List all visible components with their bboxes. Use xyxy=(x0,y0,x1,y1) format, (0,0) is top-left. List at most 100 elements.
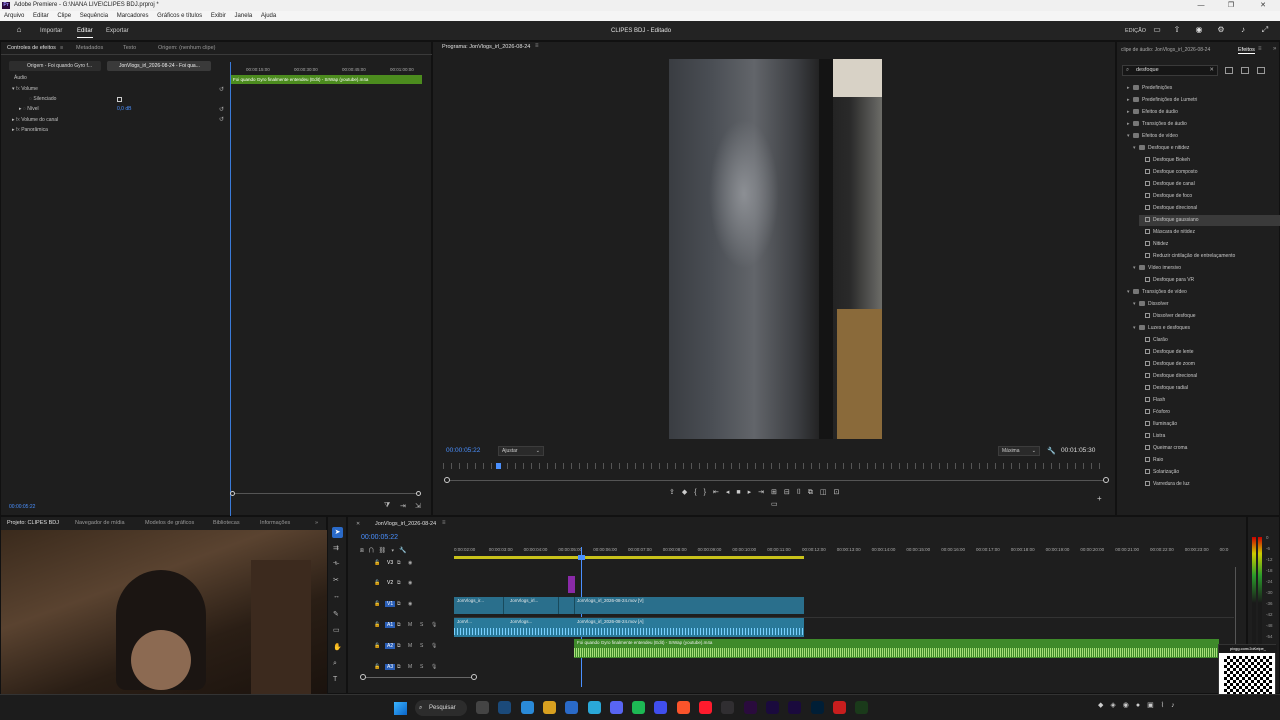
timeline-zoom-handle[interactable] xyxy=(471,674,477,680)
effect-item[interactable]: Reduzir cintilação de entrelaçamento xyxy=(1139,251,1280,262)
premiere-icon[interactable] xyxy=(743,701,757,714)
effect-item[interactable]: Máscara de nitidez xyxy=(1139,227,1280,238)
a1-clip-c[interactable]: JonVlogs_irl_2026-08-24.mov [A] xyxy=(577,619,757,624)
reset-icon[interactable]: ↺ xyxy=(219,86,226,93)
linked-selection-icon[interactable]: ⛓ xyxy=(379,548,392,554)
sync-lock-icon[interactable]: ⧉ xyxy=(397,664,401,670)
effect-item[interactable]: Desfoque direcional xyxy=(1139,203,1280,214)
effect-item[interactable]: Desfoque para VR xyxy=(1139,275,1280,286)
tab-importar[interactable]: Importar xyxy=(40,25,62,37)
maximize-button[interactable]: ❐ xyxy=(1216,0,1246,11)
ec-zoom-handle[interactable] xyxy=(230,491,235,496)
tray-app-icon[interactable]: ◈ xyxy=(1110,702,1122,709)
discord-icon[interactable] xyxy=(609,701,623,714)
solo-icon[interactable]: S xyxy=(420,643,423,649)
selection-tool-icon[interactable]: ➤ xyxy=(332,527,343,538)
menu-clipe[interactable]: Clipe xyxy=(57,11,71,21)
slip-icon[interactable]: ↔ xyxy=(333,593,340,600)
step-back-icon[interactable]: ◂ xyxy=(726,489,737,496)
lock-icon[interactable]: 🔓 xyxy=(374,643,380,649)
sync-lock-icon[interactable]: ⧉ xyxy=(397,580,401,586)
timeline-timecode[interactable]: 00:00:05:22 xyxy=(361,534,398,541)
effects-folder[interactable]: ▾ Vídeo imersivo xyxy=(1133,263,1280,274)
code-icon[interactable] xyxy=(520,701,534,714)
spotify-icon[interactable] xyxy=(632,701,646,714)
type-tool-icon[interactable]: T xyxy=(333,676,337,683)
track-name[interactable]: A2 xyxy=(385,643,396,649)
edge-icon[interactable] xyxy=(587,701,601,714)
effect-item[interactable]: Flash xyxy=(1139,395,1280,406)
menu-sequencia[interactable]: Sequência xyxy=(80,11,108,21)
v2-clip[interactable] xyxy=(568,576,575,593)
workspace-label[interactable]: EDIÇÃO xyxy=(1125,25,1146,37)
close-button[interactable]: ✕ xyxy=(1248,0,1278,11)
solo-icon[interactable]: S xyxy=(420,622,423,628)
effects-folder[interactable]: ▾ Transições de vídeo xyxy=(1127,287,1280,298)
taskbar-search[interactable]: ⌕ Pesquisar xyxy=(415,700,467,716)
timeline-zoom-handle[interactable] xyxy=(360,674,366,680)
ec-zoom-handle[interactable] xyxy=(416,491,421,496)
sync-lock-icon[interactable]: ⧉ xyxy=(397,622,401,628)
tray-app-icon[interactable]: ● xyxy=(1136,702,1147,709)
program-zoom-handle[interactable] xyxy=(444,477,450,483)
menu-icon[interactable]: ≡ xyxy=(535,43,539,49)
effect-item[interactable]: Desfoque Bokeh xyxy=(1139,155,1280,166)
after-effects-icon[interactable] xyxy=(788,701,802,714)
effect-item[interactable]: Raio xyxy=(1139,455,1280,466)
mark-out-icon[interactable]: } xyxy=(704,489,713,496)
hand-icon[interactable]: ✋ xyxy=(333,643,342,651)
track-select-icon[interactable]: ⇉ xyxy=(333,544,339,552)
menu-exibir[interactable]: Exibir xyxy=(211,11,226,21)
volume-canal-row[interactable]: ▸ fx Volume do canal xyxy=(12,116,58,124)
mark-in-icon[interactable]: { xyxy=(694,489,703,496)
lock-icon[interactable]: 🔓 xyxy=(374,601,380,607)
tab-controles-efeitos[interactable]: Controles de efeitos xyxy=(7,42,56,54)
volume-icon[interactable]: ♪ xyxy=(1238,25,1248,35)
sync-lock-icon[interactable]: ⧉ xyxy=(397,643,401,649)
red-app-icon[interactable] xyxy=(832,701,846,714)
sync-lock-icon[interactable]: ⧉ xyxy=(397,560,401,566)
marker-icon[interactable]: ◆ xyxy=(682,489,694,496)
reset-icon[interactable]: ↺ xyxy=(219,116,226,123)
accelerated-filter-icon[interactable] xyxy=(1225,67,1233,74)
steam-icon[interactable] xyxy=(498,701,512,714)
effect-item[interactable]: Dissolver desfoque xyxy=(1139,311,1280,322)
razor-icon[interactable]: ✂ xyxy=(333,576,339,584)
yuv-filter-icon[interactable] xyxy=(1257,67,1265,74)
lock-icon[interactable]: 🔓 xyxy=(374,580,380,586)
step-forward-icon[interactable]: ▸ xyxy=(748,489,759,496)
eye-icon[interactable]: ◉ xyxy=(408,601,412,607)
microphone-icon[interactable]: 🎙 xyxy=(431,664,437,670)
more-panels-icon[interactable]: » xyxy=(315,517,318,529)
mute-icon[interactable]: M xyxy=(408,664,412,670)
add-button-icon[interactable]: + xyxy=(1097,494,1102,503)
vegas-icon[interactable] xyxy=(855,701,869,714)
tab-origem[interactable]: Origem: (nenhum clipe) xyxy=(158,42,215,54)
close-sequence-icon[interactable]: ✕ xyxy=(356,521,360,527)
tab-bibliotecas[interactable]: Bibliotecas xyxy=(213,517,240,529)
sequence-clip-chip[interactable]: JonVlogs_irl_2026-08-24 - Foi qua... xyxy=(107,61,211,71)
nivel-value[interactable]: 0,0 dB xyxy=(117,105,131,113)
program-video-frame[interactable] xyxy=(669,59,882,439)
effect-item[interactable]: Iluminação xyxy=(1139,419,1280,430)
clear-icon[interactable]: ✕ xyxy=(1209,66,1214,75)
brave-icon[interactable] xyxy=(676,701,690,714)
microphone-icon[interactable]: 🎙 xyxy=(431,643,437,649)
photoshop-icon[interactable] xyxy=(810,701,824,714)
ec-zoom-scrollbar[interactable] xyxy=(232,493,419,494)
more-panels-icon[interactable]: » xyxy=(1273,46,1276,52)
wrench-icon[interactable]: 🔧 xyxy=(1047,447,1056,455)
zoom-icon[interactable]: ⌕ xyxy=(333,660,337,668)
effects-folder[interactable]: ▾ Luzes e desfoques xyxy=(1133,323,1280,334)
tab-modelos[interactable]: Modelos de gráficos xyxy=(145,517,194,529)
eye-icon[interactable]: ◉ xyxy=(408,580,412,586)
filter-icon[interactable]: ⧩ xyxy=(384,502,390,510)
insert-icon[interactable]: ⊞ xyxy=(771,489,784,496)
tab-navegador[interactable]: Navegador de mídia xyxy=(75,517,125,529)
effect-item[interactable]: Desfoque de lente xyxy=(1139,347,1280,358)
work-area-bar[interactable] xyxy=(454,556,804,559)
fit-dropdown[interactable]: Ajustar ⌄ xyxy=(498,446,544,456)
solo-icon[interactable]: S xyxy=(420,664,423,670)
v1-clip-b[interactable]: JonVlogs_irl... xyxy=(510,598,555,603)
minimize-button[interactable]: — xyxy=(1186,0,1216,11)
